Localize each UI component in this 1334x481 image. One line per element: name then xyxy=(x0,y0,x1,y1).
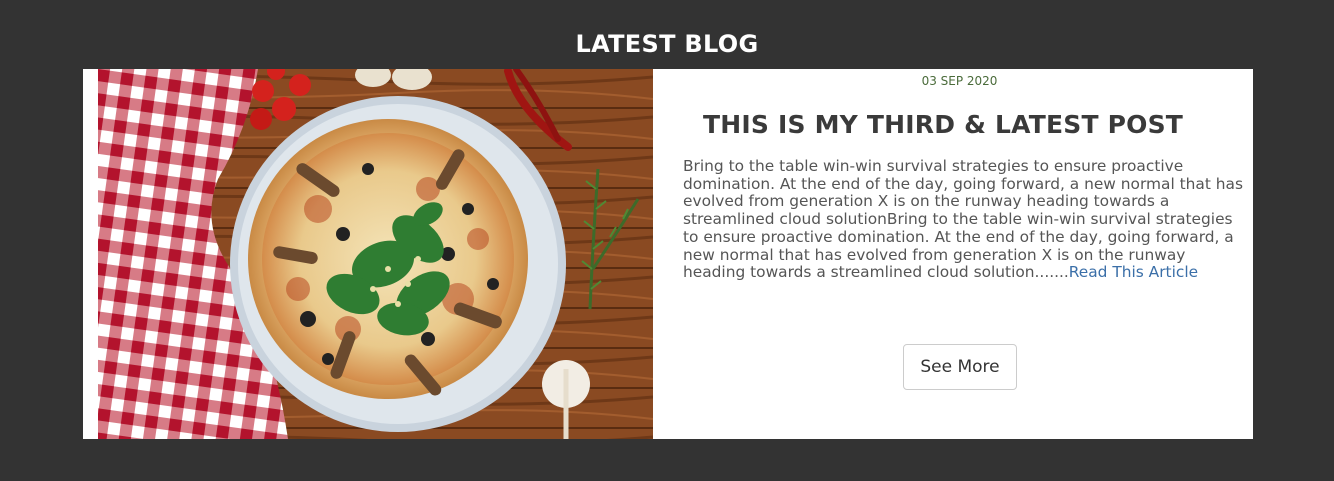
post-image[interactable] xyxy=(98,69,653,439)
post-date: 03 SEP 2020 xyxy=(921,74,998,88)
blog-card: 03 SEP 2020 THIS IS MY THIRD & LATEST PO… xyxy=(83,69,1253,439)
post-content: 03 SEP 2020 THIS IS MY THIRD & LATEST PO… xyxy=(653,69,1253,439)
section-title: LATEST BLOG xyxy=(575,30,759,58)
pizza-photo-illustration xyxy=(98,69,653,439)
see-more-button[interactable]: See More xyxy=(903,344,1017,390)
read-article-link[interactable]: Read This Article xyxy=(1069,263,1198,281)
post-excerpt: Bring to the table win-win survival stra… xyxy=(683,157,1248,282)
post-title[interactable]: THIS IS MY THIRD & LATEST POST xyxy=(703,109,1183,141)
